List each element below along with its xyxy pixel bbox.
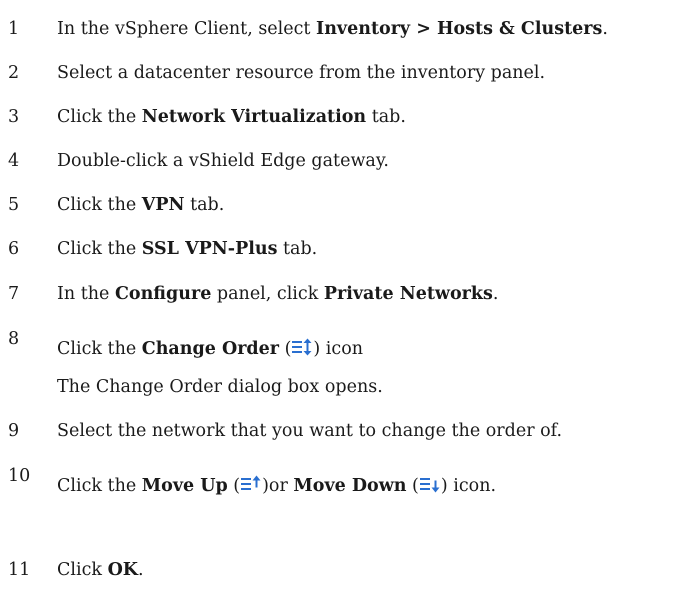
step-text: In the Configure panel, click Private Ne…: [57, 284, 499, 304]
tab-name: Network Virtualization: [141, 107, 367, 127]
step-number: 2: [8, 63, 20, 83]
move-down-icon: [419, 475, 441, 493]
step-number: 10: [8, 466, 31, 486]
menu-item-name: Private Networks: [323, 284, 493, 304]
step-text: Click the Move Up ()or Move Down () icon…: [57, 475, 497, 496]
change-order-icon: [291, 338, 313, 356]
icon-name: Move Up: [141, 476, 228, 496]
icon-name: Move Down: [293, 476, 407, 496]
step-number: 4: [8, 151, 20, 171]
step-number: 1: [8, 19, 20, 39]
step-number: 11: [8, 560, 31, 580]
step-text: Select the network that you want to chan…: [57, 421, 563, 441]
step-number: 5: [8, 195, 20, 215]
panel-name: Configure: [114, 284, 212, 304]
step-text: Select a datacenter resource from the in…: [57, 63, 546, 83]
tab-name: VPN: [141, 195, 185, 215]
step-number: 9: [8, 421, 20, 441]
step-text: Click the Change Order () icon: [57, 338, 364, 359]
step-number: 7: [8, 284, 20, 304]
step-number: 6: [8, 239, 20, 259]
step-text: In the vSphere Client, select Inventory …: [57, 19, 608, 39]
step-text: Click the Network Virtualization tab.: [57, 107, 406, 127]
step-text: Double-click a vShield Edge gateway.: [57, 151, 389, 171]
step-number: 3: [8, 107, 20, 127]
move-up-icon: [240, 475, 262, 493]
step-text: Click the VPN tab.: [57, 195, 225, 215]
icon-name: Change Order: [141, 339, 280, 359]
step-number: 8: [8, 329, 20, 349]
step-text: Click OK.: [57, 560, 144, 580]
tab-name: SSL VPN-Plus: [141, 239, 278, 259]
step-result-note: The Change Order dialog box opens.: [57, 377, 383, 397]
ui-path: Inventory > Hosts & Clusters: [316, 19, 603, 39]
step-text: Click the SSL VPN-Plus tab.: [57, 239, 318, 259]
button-name: OK: [107, 560, 139, 580]
